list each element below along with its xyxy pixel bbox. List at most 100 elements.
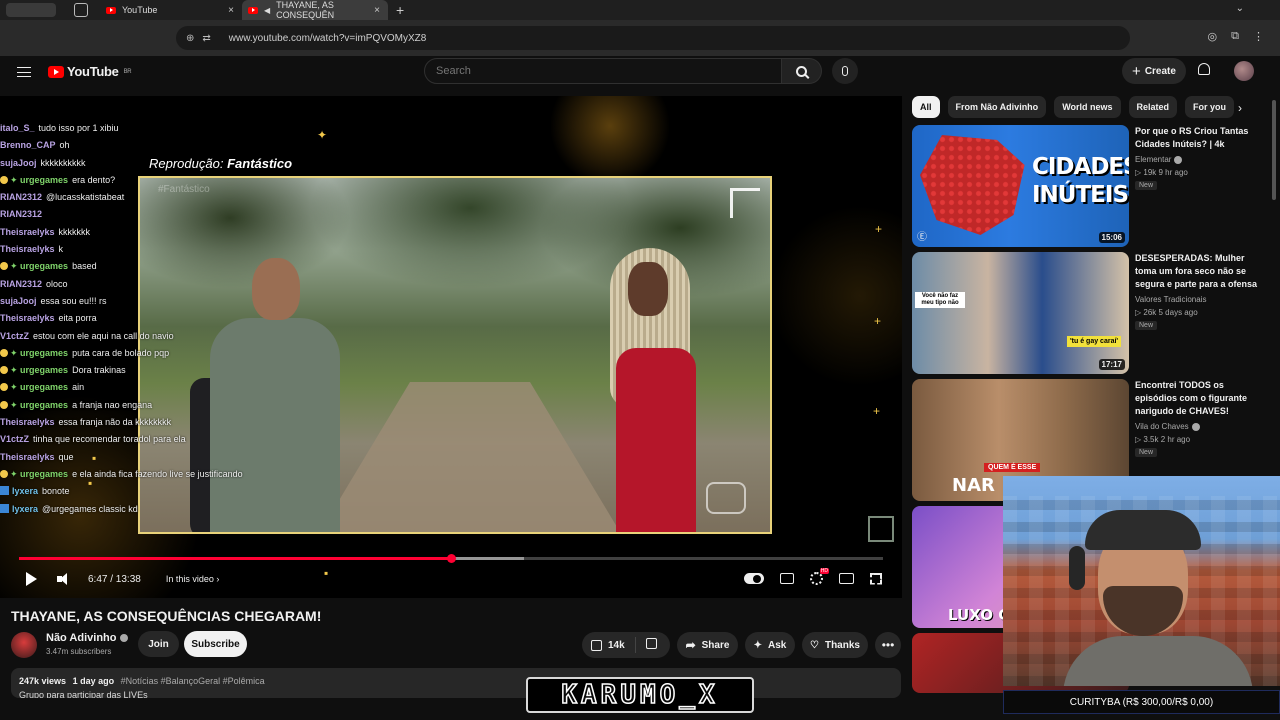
thumbnail-caption: Você não faz meu tipo não	[915, 292, 965, 308]
tab-actions-button[interactable]	[6, 3, 56, 17]
progress-bar[interactable]	[19, 554, 883, 563]
autoplay-toggle[interactable]	[744, 573, 764, 584]
recommendation-title[interactable]: Encontrei TODOS os episódios com o figur…	[1135, 379, 1267, 418]
recommendation-channel[interactable]: Elementar	[1135, 155, 1183, 164]
recommendation-title[interactable]: DESESPERADAS: Mulher toma um fora seco n…	[1135, 252, 1267, 291]
caption-show: Fantástico	[227, 156, 293, 171]
menu-hamburger-icon[interactable]	[17, 67, 31, 77]
volume-icon[interactable]	[57, 573, 71, 585]
recommendation-filter-chips: All From Não Adivinho World news Related…	[912, 96, 1235, 120]
thanks-label: Thanks	[824, 639, 860, 651]
site-info-icon[interactable]: ⊕	[186, 33, 194, 44]
recommendation-meta: ▷ 3.5k 2 hr ago	[1135, 435, 1191, 444]
recommendation-channel[interactable]: Vila do Chaves	[1135, 422, 1200, 431]
account-avatar[interactable]	[1234, 61, 1254, 81]
chip-related[interactable]: Related	[1128, 96, 1178, 118]
notifications-bell-icon[interactable]	[1198, 63, 1210, 75]
chip-for-you[interactable]: For you	[1185, 96, 1235, 118]
recommendation-channel[interactable]: Valores Tradicionais	[1135, 295, 1206, 304]
caption-prefix: Reprodução:	[149, 156, 224, 171]
played-bar	[19, 557, 451, 560]
tab-youtube[interactable]: YouTube ×	[100, 0, 242, 20]
search-input[interactable]	[424, 58, 782, 84]
video-frame: #Fantástico	[138, 176, 772, 534]
channel-text: Vila do Chaves	[1135, 422, 1189, 431]
player-controls-right	[744, 568, 882, 585]
sparkle-icon: +	[874, 314, 882, 328]
heart-dollar-icon: ♡	[810, 639, 819, 651]
permissions-icon[interactable]: ⇄	[202, 33, 210, 44]
browser-address-bar: ⊕ ⇄ www.youtube.com/watch?v=imPQVOMyXZ8 …	[0, 20, 1280, 56]
recommendation-item[interactable]: Você não faz meu tipo não 'tu é gay cara…	[912, 252, 1272, 374]
view-count: 247k views	[19, 676, 67, 686]
share-button[interactable]: ➦ Share	[677, 632, 738, 658]
thanks-button[interactable]: ♡ Thanks	[802, 632, 868, 658]
logo-region: BR	[123, 68, 132, 75]
menu-kebab-icon[interactable]: ⋮	[1253, 30, 1264, 43]
duration-badge: 17:17	[1098, 359, 1125, 370]
overlay-caption: Reprodução: Fantástico	[149, 156, 292, 171]
chapter-label: In this video	[165, 574, 214, 584]
new-badge: New	[1135, 181, 1158, 190]
tab-close-icon[interactable]: ×	[374, 5, 380, 16]
like-button[interactable]: 14k	[582, 637, 636, 653]
tab-current-video[interactable]: ◀ THAYANE, AS CONSEQUÊN ×	[242, 0, 388, 20]
play-icon[interactable]	[26, 572, 37, 586]
extensions-icon[interactable]: ⧉	[1231, 30, 1239, 43]
channel-mark-icon: Ⓔ	[917, 232, 927, 243]
scrubber-handle[interactable]	[447, 554, 456, 563]
channel-name[interactable]: Não Adivinho	[46, 632, 129, 644]
video-thumbnail[interactable]: CIDADES INÚTEIS? Ⓔ 15:06	[912, 125, 1129, 247]
voice-search-button[interactable]	[832, 58, 858, 84]
description-box[interactable]: 247k views 1 day ago #Notícias #BalançoG…	[11, 668, 901, 698]
chapters-button[interactable]: In this video ›	[166, 574, 220, 584]
channel-text: Elementar	[1135, 155, 1172, 164]
search-button[interactable]	[782, 58, 822, 84]
thumbnail-caption: QUEM É ESSE	[984, 463, 1041, 472]
verified-check-icon	[120, 634, 129, 642]
plus-icon: +	[1132, 62, 1141, 80]
recommendation-item[interactable]: CIDADES INÚTEIS? Ⓔ 15:06 Por que o RS Cr…	[912, 125, 1272, 247]
video-thumbnail[interactable]: Você não faz meu tipo não 'tu é gay cara…	[912, 252, 1129, 374]
hashtags[interactable]: #Notícias #BalançoGeral #Polêmica	[121, 676, 265, 686]
ask-button[interactable]: ✦ Ask	[745, 632, 795, 658]
streamer-name-banner: KARUMO_X	[526, 677, 754, 713]
time-display: 6:47 / 13:38	[88, 573, 141, 585]
upload-age: 1 day ago	[72, 676, 115, 686]
theater-mode-icon[interactable]	[839, 573, 854, 584]
donation-ticker: CURITYBA (R$ 300,00/R$ 0,00)	[1003, 690, 1280, 714]
speaker-icon: ◀	[264, 5, 271, 15]
subtitles-icon[interactable]	[780, 573, 794, 584]
create-button[interactable]: + Create	[1122, 58, 1186, 84]
channel-avatar[interactable]	[11, 632, 37, 658]
tab-groups-icon[interactable]	[74, 3, 88, 17]
chips-next-chevron-icon[interactable]: ›	[1238, 101, 1242, 115]
youtube-logo[interactable]: YouTube BR	[48, 64, 132, 79]
more-actions-button[interactable]: •••	[875, 632, 901, 658]
tab-list-chevron-icon[interactable]: ⌄	[1236, 3, 1244, 14]
frame-watermark: #Fantástico	[158, 184, 210, 195]
chip-from-channel[interactable]: From Não Adivinho	[947, 96, 1047, 118]
browser-toolbar-right: ◎ ⧉ ⋮	[1208, 30, 1264, 43]
new-tab-button[interactable]: +	[396, 2, 404, 18]
tab-close-icon[interactable]: ×	[228, 5, 234, 16]
fullscreen-icon[interactable]	[870, 572, 882, 585]
search-icon	[796, 65, 807, 77]
chip-world-news[interactable]: World news	[1054, 96, 1121, 118]
duration-badge: 15:06	[1098, 232, 1125, 243]
recommendation-title[interactable]: Por que o RS Criou Tantas Cidades Inútei…	[1135, 125, 1267, 151]
subscribe-button[interactable]: Subscribe	[184, 631, 247, 657]
page-scrollbar[interactable]	[1272, 100, 1276, 200]
url-field[interactable]: ⊕ ⇄ www.youtube.com/watch?v=imPQVOMyXZ8	[176, 26, 1130, 50]
chip-all[interactable]: All	[912, 96, 940, 118]
channel-watermark-icon	[868, 516, 894, 542]
streamer-webcam	[1003, 476, 1280, 686]
profile-icon[interactable]: ◎	[1208, 30, 1218, 43]
subscriber-count: 3.47m subscribers	[46, 647, 112, 656]
player-controls: 6:47 / 13:38 In this video ›	[0, 566, 902, 592]
join-button[interactable]: Join	[138, 631, 179, 657]
video-player[interactable]: ✦ + + + ▪ ▪ ▪ Reprodução: Fantástico #Fa…	[0, 96, 902, 598]
settings-gear-icon[interactable]	[810, 568, 829, 585]
description-line: Grupo para participar das LIVEs	[19, 690, 148, 698]
dislike-button[interactable]	[636, 638, 657, 652]
